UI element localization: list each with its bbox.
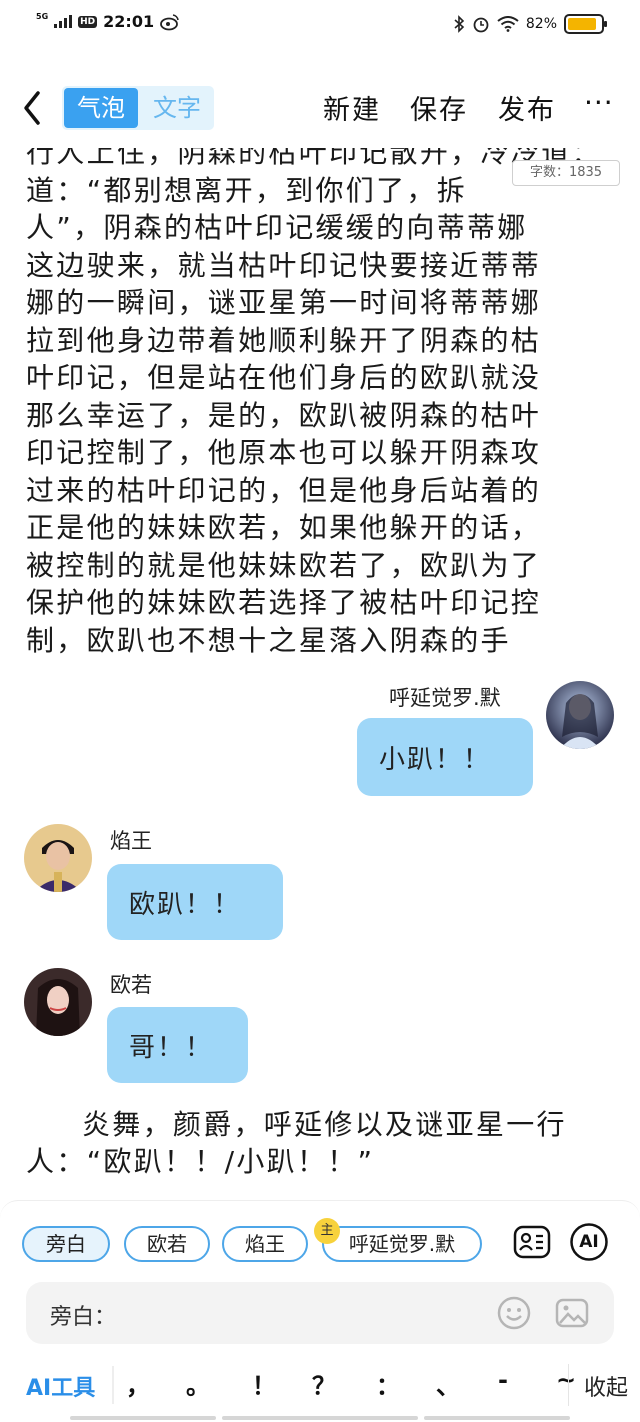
alarm-icon	[473, 17, 489, 33]
signal-icon	[54, 15, 73, 28]
role-chip-narrator[interactable]: 旁白	[22, 1226, 110, 1262]
punctuation-key[interactable]: ，	[126, 1366, 150, 1401]
story-line: 娜的一瞬间，谜亚星第一时间将蒂蒂娜	[26, 286, 542, 319]
mode-text-tab[interactable]: 文字	[142, 88, 212, 128]
story-line: 保护他的妹妹欧若选择了被枯叶印记控	[26, 586, 542, 619]
dialogue-input[interactable]: 旁白：	[26, 1282, 614, 1344]
scroll-indicator	[222, 1416, 418, 1420]
punctuation-key[interactable]: ！	[252, 1366, 276, 1401]
story-line: 人”，阴森的枯叶印记缓缓的向蒂蒂娜	[26, 211, 528, 244]
editor-header: 气泡 文字 新建 保存 发布 ···	[0, 74, 640, 144]
story-line: 印记控制了，他原本也可以躲开阴森攻	[26, 436, 542, 469]
speaker-name: 欧若	[110, 973, 152, 997]
publish-button[interactable]: 发布	[498, 88, 556, 127]
collapse-button[interactable]: 收起	[584, 1370, 628, 1402]
punctuation-key[interactable]: 、	[436, 1366, 460, 1401]
chat-bubble[interactable]: 欧趴！！	[107, 864, 283, 940]
back-arrow-icon[interactable]	[18, 88, 48, 128]
clock: 22:01	[103, 12, 155, 31]
story-line: 被控制的就是他妹妹欧若了，欧趴为了	[26, 548, 542, 582]
input-role-label: 旁白：	[50, 1305, 117, 1330]
word-count-badge: 字数：1835	[512, 160, 620, 186]
mode-bubble-tab[interactable]: 气泡	[64, 88, 138, 128]
story-line: 制，欧趴也不想十之星落入阴森的手	[26, 623, 511, 657]
battery-icon	[564, 14, 607, 34]
speaker-name: 焰王	[110, 829, 152, 853]
story-line: 过来的枯叶印记的，但是他身后站着的	[26, 473, 542, 507]
role-chip-huyan[interactable]: 呼延觉罗.默	[322, 1226, 482, 1262]
story-text[interactable]: 行人上住，阴森的枯叶印记散开，冷冷道： 道：“都别想离开，到你们了，拆 人”，阴森的…	[26, 148, 610, 658]
punctuation-key[interactable]: -	[498, 1366, 508, 1394]
scroll-indicator	[70, 1416, 216, 1420]
role-chip-yanwang[interactable]: 焰王	[222, 1226, 308, 1262]
avatar[interactable]	[24, 968, 92, 1036]
scroll-indicator	[424, 1416, 570, 1420]
ai-icon-label: AI	[579, 1232, 599, 1252]
punctuation-key[interactable]: ：	[376, 1366, 400, 1401]
ai-tools-button[interactable]: AI工具	[26, 1370, 95, 1402]
hd-badge: HD	[78, 15, 98, 28]
story-line: 正是他的妹妹欧若，如果他躲开的话，	[26, 511, 542, 544]
network-type: 5G	[36, 12, 49, 21]
new-button[interactable]: 新建	[323, 88, 381, 127]
punctuation-key[interactable]: 。	[186, 1366, 210, 1401]
role-chip-ouruo[interactable]: 欧若	[124, 1226, 210, 1262]
main-role-badge: 主	[314, 1218, 340, 1244]
mode-switch: 气泡 文字	[62, 86, 214, 130]
story-line: 那么幸运了，是的，欧趴被阴森的枯叶	[26, 398, 542, 432]
story-line: 拉到他身边带着她顺利躲开了阴森的枯	[26, 323, 542, 357]
avatar[interactable]	[546, 681, 614, 749]
emoji-icon[interactable]	[496, 1295, 532, 1331]
image-icon[interactable]	[554, 1295, 590, 1331]
story-line: 叶印记，但是站在他们身后的欧趴就没	[26, 361, 542, 394]
status-bar: 5G HD 22:01 82%	[0, 0, 640, 50]
chat-bubble[interactable]: 哥！！	[107, 1007, 248, 1083]
avatar[interactable]	[24, 824, 92, 892]
ai-button[interactable]: AI	[569, 1222, 609, 1262]
battery-percent: 82%	[525, 16, 557, 32]
more-menu-button[interactable]: ···	[584, 89, 614, 117]
punctuation-key[interactable]: ？	[312, 1366, 336, 1401]
punctuation-key[interactable]: ~	[556, 1366, 576, 1394]
bluetooth-icon	[454, 15, 465, 33]
weibo-icon	[160, 13, 179, 30]
save-button[interactable]: 保存	[410, 88, 468, 127]
contact-card-icon[interactable]	[512, 1222, 552, 1262]
chat-bubble[interactable]: 小趴！！	[357, 718, 533, 796]
narration-text[interactable]: 炎舞，颜爵，呼延修以及谜亚星一行人：“欧趴！！/小趴！！”	[26, 1106, 610, 1180]
wifi-icon	[497, 16, 519, 32]
speaker-name: 呼延觉罗.默	[389, 686, 501, 710]
input-toolbar: AI工具 ， 。 ！ ？ ： 、 - ~ 收起	[0, 1360, 640, 1410]
story-line: 这边驶来，就当枯叶印记快要接近蒂蒂	[26, 248, 542, 282]
